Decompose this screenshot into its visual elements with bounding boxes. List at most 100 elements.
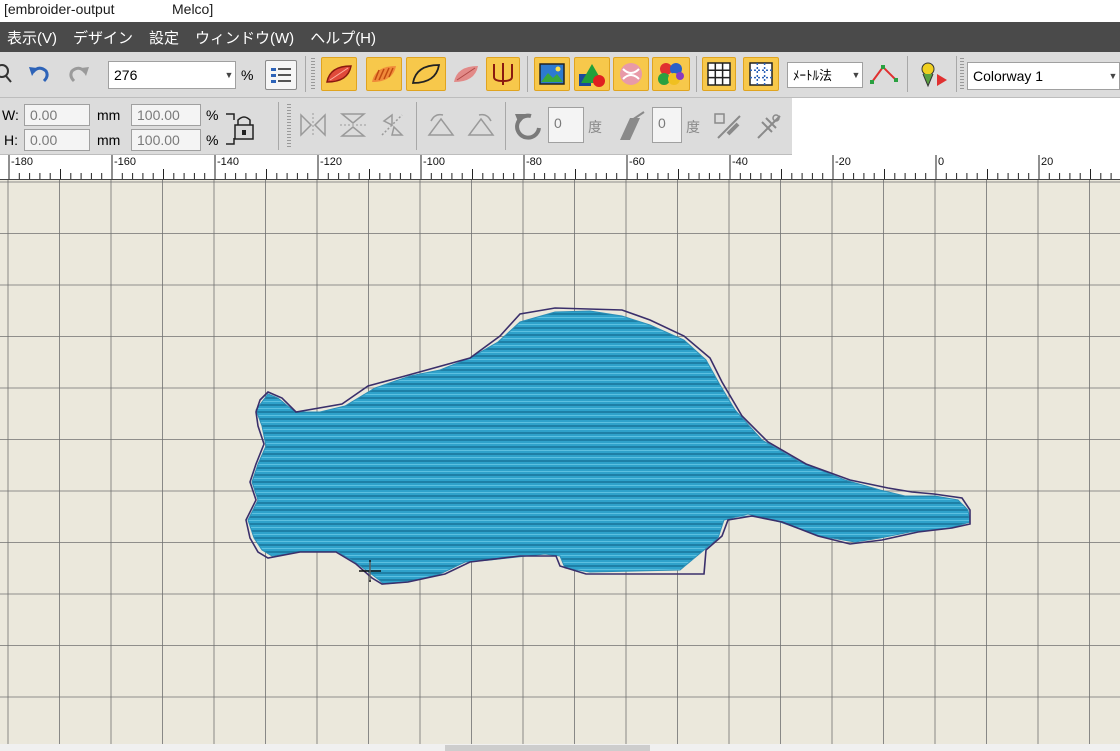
node-edit-button[interactable]	[866, 57, 902, 91]
toolbar-separator	[305, 56, 306, 92]
menu-design[interactable]: デザイン	[65, 27, 141, 48]
stitch-player-icon	[921, 62, 947, 88]
grid-icon	[707, 62, 731, 86]
outline-button[interactable]	[406, 57, 446, 91]
zoom-unit: %	[241, 67, 254, 83]
image-button[interactable]	[534, 57, 570, 91]
toolbar-grip-2	[960, 58, 964, 90]
height-label: H:	[4, 132, 18, 148]
rotate-icon	[515, 113, 541, 140]
stitch-player-button[interactable]	[912, 57, 952, 91]
toolbar-separator-3	[696, 56, 697, 92]
slant-degree-unit: 度	[686, 119, 700, 135]
fill-stitch-icon	[372, 66, 396, 82]
shapes-button[interactable]	[574, 57, 610, 91]
lock-aspect-button[interactable]	[224, 108, 260, 148]
width-percent-sign: %	[206, 107, 219, 123]
zoom-dropdown[interactable]: ▼	[222, 70, 236, 80]
app-name: Melco]	[172, 1, 214, 17]
ruler-label: 0	[938, 156, 944, 168]
menu-view[interactable]: 表示(V)	[0, 27, 65, 48]
slant-angle-input[interactable]: 0	[652, 107, 682, 143]
height-input[interactable]: 0.00	[24, 129, 90, 151]
align-center-button[interactable]	[750, 108, 786, 144]
ruler-label: -100	[423, 156, 445, 168]
redo-icon	[69, 66, 89, 83]
grid-snap-button[interactable]	[743, 57, 779, 91]
width-input[interactable]: 0.00	[24, 104, 90, 126]
width-unit: mm	[97, 107, 121, 123]
zoom-icon	[0, 64, 12, 83]
mirror-vertical-button[interactable]	[336, 108, 370, 142]
title-bar: [embroider-output Melco]	[0, 0, 1120, 22]
align-button[interactable]	[710, 108, 746, 144]
satin-fill-button[interactable]	[321, 57, 357, 91]
flip-icon	[381, 113, 404, 136]
toolbar-grip	[311, 58, 315, 90]
colors-icon	[658, 63, 684, 85]
height-unit: mm	[97, 132, 121, 148]
measure-method-dropdown[interactable]: ▼	[849, 70, 863, 80]
ruler-label: -140	[217, 156, 239, 168]
horizontal-ruler: -180 -160 -140 -120 -100 -80 -60 -40 -20 0 20	[0, 155, 1120, 180]
zoom-list-button[interactable]	[265, 60, 297, 90]
column-button[interactable]	[486, 57, 520, 91]
canvas-svg	[0, 180, 1120, 744]
rotate-degree-unit: 度	[588, 119, 602, 135]
colorway-dropdown[interactable]: ▼	[1106, 71, 1120, 81]
flip-button[interactable]	[376, 108, 410, 142]
grid-button[interactable]	[702, 57, 736, 91]
outline-icon	[411, 64, 441, 84]
redo-button[interactable]	[64, 57, 94, 91]
menu-window[interactable]: ウィンドウ(W)	[187, 27, 302, 48]
applique-icon	[620, 63, 642, 85]
mirror-horizontal-icon	[300, 113, 326, 137]
slant-icon	[620, 111, 645, 140]
image-icon	[539, 63, 565, 85]
ruler-label: -40	[732, 156, 748, 168]
width-percent-input[interactable]: 100.00	[131, 104, 201, 126]
mirror-vertical-icon	[339, 113, 367, 137]
slant-button[interactable]	[612, 108, 650, 146]
mirror-horizontal-button[interactable]	[296, 108, 330, 142]
column-icon	[493, 63, 513, 85]
rotate-left-button[interactable]	[422, 108, 460, 142]
shapes-icon	[579, 64, 605, 87]
rotate-right-button[interactable]	[462, 108, 500, 142]
design-canvas[interactable]	[0, 180, 1120, 744]
width-label: W:	[2, 107, 19, 123]
toolbar-separator-4	[907, 56, 908, 92]
rotate-left-icon	[427, 113, 455, 136]
undo-button[interactable]	[24, 57, 54, 91]
fill-stitch-button[interactable]	[366, 57, 402, 91]
rotate-button[interactable]	[509, 108, 547, 146]
undo-icon	[29, 66, 49, 83]
menu-settings[interactable]: 設定	[141, 27, 187, 48]
ruler-label: 20	[1041, 156, 1053, 168]
menu-help[interactable]: ヘルプ(H)	[302, 27, 384, 48]
toolbar-separator-8	[505, 102, 506, 150]
align-icon	[714, 113, 741, 139]
ruler-label: -180	[11, 156, 33, 168]
ruler-label: -60	[629, 156, 645, 168]
window-title: [embroider-output	[4, 1, 115, 17]
satin-fill-icon	[326, 65, 352, 83]
lock-icon	[226, 113, 254, 145]
horizontal-scrollbar[interactable]	[0, 744, 1120, 751]
height-percent-input[interactable]: 100.00	[131, 129, 201, 151]
align-center-icon	[757, 114, 781, 139]
zoom-list-icon	[271, 68, 291, 83]
scrollbar-thumb[interactable]	[445, 745, 650, 751]
colors-button[interactable]	[652, 57, 690, 91]
node-edit-icon	[870, 65, 898, 84]
toolbar-separator-7	[416, 102, 417, 150]
toolbar-separator-6	[278, 102, 279, 150]
applique-button[interactable]	[613, 57, 649, 91]
feather-button[interactable]	[448, 57, 484, 91]
zoom-input[interactable]: 276	[108, 61, 236, 89]
colorway-select[interactable]: Colorway 1	[967, 62, 1120, 90]
ruler-label: -120	[320, 156, 342, 168]
rotate-angle-input[interactable]: 0	[548, 107, 584, 143]
zoom-button[interactable]	[0, 57, 14, 91]
menu-bar: 表示(V) デザイン 設定 ウィンドウ(W) ヘルプ(H)	[0, 22, 1120, 52]
